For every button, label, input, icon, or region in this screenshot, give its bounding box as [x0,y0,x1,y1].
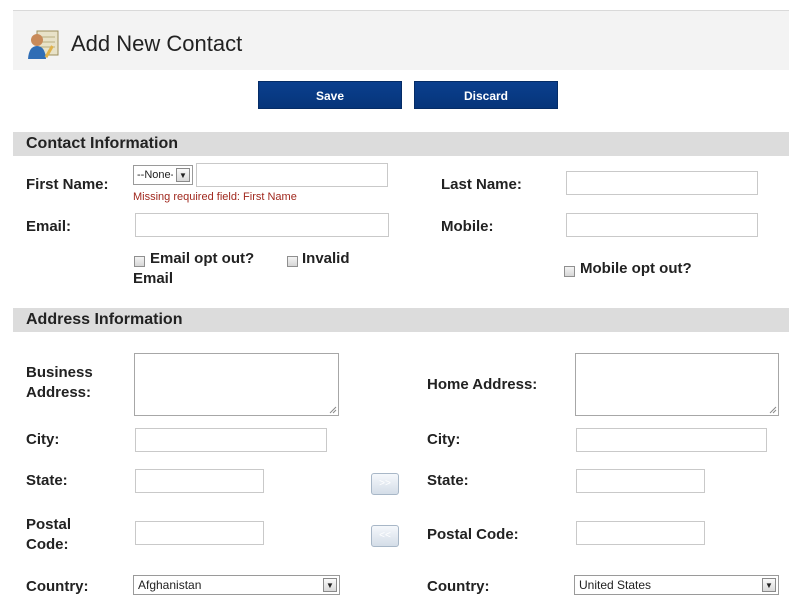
first-name-label: First Name: [26,176,109,193]
home-postal-label: Postal Code: [427,526,519,543]
home-country-select[interactable]: United States ▼ [574,575,779,595]
address-section-title: Address Information [26,311,183,328]
chevron-down-icon: ▼ [176,168,190,182]
business-city-field[interactable] [135,428,327,452]
mobile-field[interactable] [566,213,758,237]
resize-grip-icon[interactable] [769,406,777,414]
chevron-down-icon: ▼ [323,578,337,592]
home-state-field[interactable] [576,469,705,493]
business-postal-field[interactable] [135,521,264,545]
email-opt-out-checkbox[interactable] [134,256,145,267]
address-section-header: Address Information [13,308,789,332]
home-country-value: United States [579,578,652,592]
business-address-label: Business [26,364,93,381]
chevron-down-icon: ▼ [762,578,776,592]
copy-to-business-button[interactable]: << [371,525,399,547]
invalid-email-label: Invalid [302,250,350,267]
contact-section-title: Contact Information [26,135,178,152]
business-state-label: State: [26,472,68,489]
business-city-label: City: [26,431,60,448]
contact-add-icon [28,30,59,59]
page-header: Add New Contact [13,11,789,70]
home-city-label: City: [427,431,461,448]
contact-section-header: Contact Information [13,132,789,156]
salutation-select[interactable]: --None-- ▼ [133,165,193,185]
page-title: Add New Contact [71,31,243,56]
home-address-textarea[interactable] [575,353,779,416]
last-name-field[interactable] [566,171,758,195]
last-name-label: Last Name: [441,176,522,193]
discard-button[interactable]: Discard [414,81,558,109]
salutation-value: --None-- [137,169,173,181]
mobile-opt-out-checkbox[interactable] [564,266,575,277]
business-country-select[interactable]: Afghanistan ▼ [133,575,340,595]
home-postal-field[interactable] [576,521,705,545]
invalid-email-label-cont: Email [133,270,174,287]
mobile-opt-out-label: Mobile opt out? [580,260,692,277]
business-country-label: Country: [26,578,89,595]
first-name-field[interactable] [196,163,388,187]
business-postal-label: Postal [26,516,72,533]
first-name-error: Missing required field: First Name [133,191,297,203]
business-state-field[interactable] [135,469,264,493]
home-country-label: Country: [427,578,490,595]
business-postal-label-cont: Code: [26,536,69,553]
email-opt-out-label: Email opt out? [150,250,255,267]
business-address-textarea[interactable] [134,353,339,416]
business-country-value: Afghanistan [138,578,202,592]
home-address-label: Home Address: [427,376,538,393]
copy-to-home-button[interactable]: >> [371,473,399,495]
business-address-label-cont: Address: [26,384,92,401]
email-field[interactable] [135,213,389,237]
resize-grip-icon[interactable] [329,406,337,414]
email-label: Email: [26,218,72,235]
home-city-field[interactable] [576,428,767,452]
invalid-email-checkbox[interactable] [287,256,298,267]
home-state-label: State: [427,472,469,489]
save-button[interactable]: Save [258,81,402,109]
mobile-label: Mobile: [441,218,494,235]
